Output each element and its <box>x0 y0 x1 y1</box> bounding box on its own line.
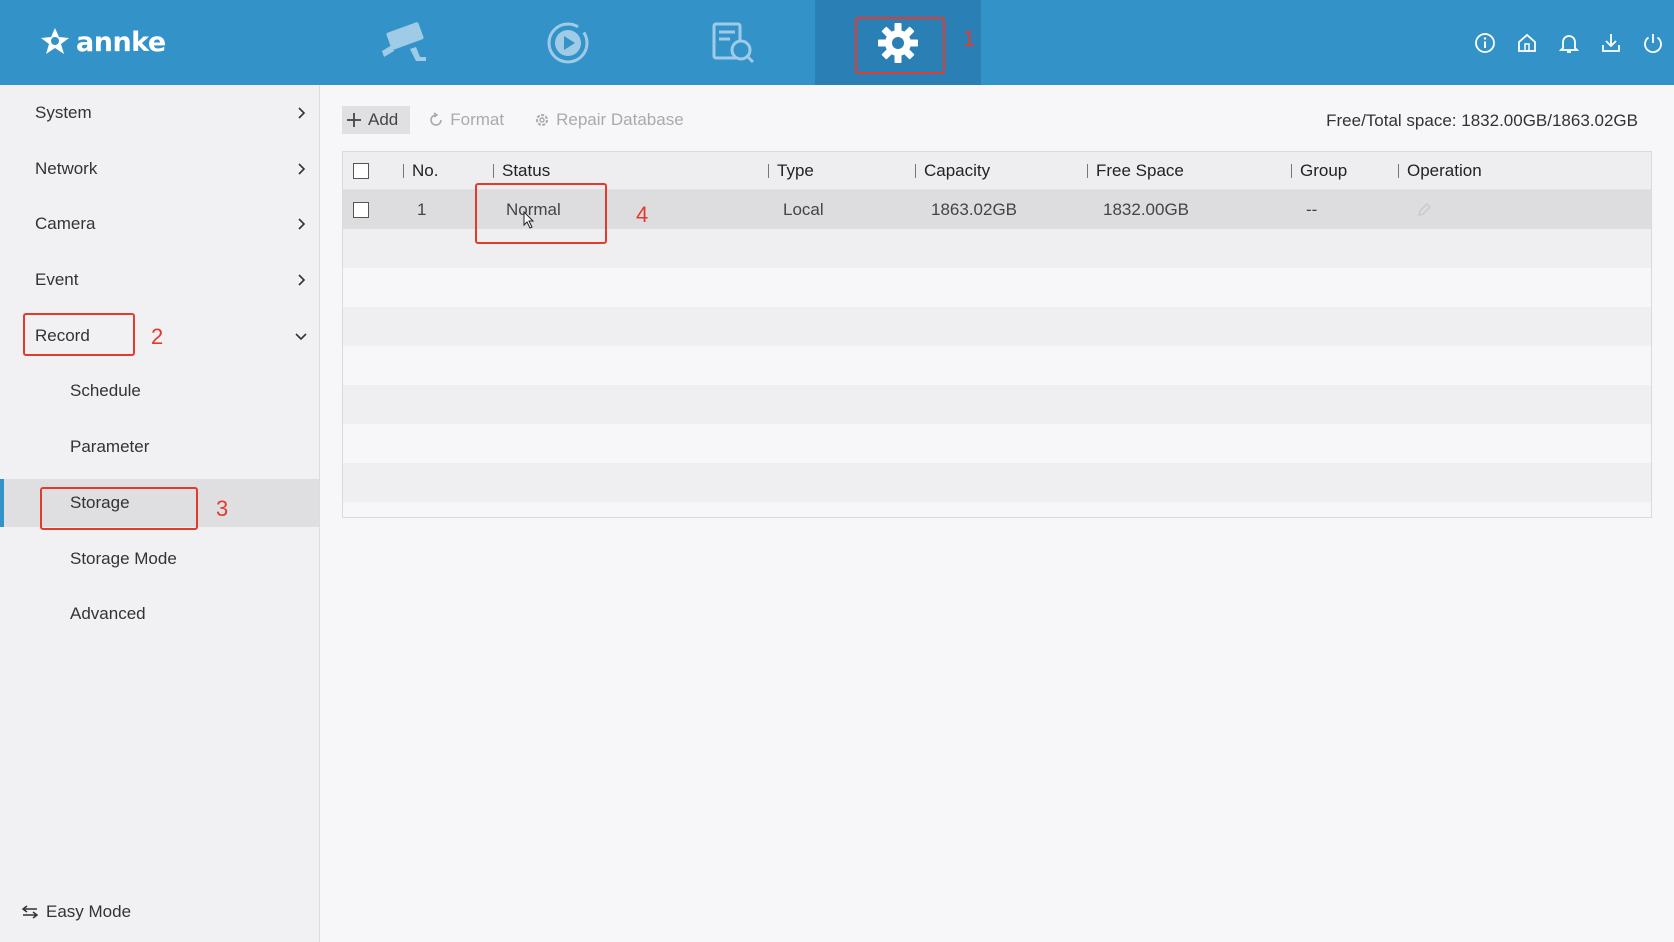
format-button[interactable]: Format <box>424 106 516 134</box>
header-type: Type <box>768 152 814 190</box>
notification-button[interactable] <box>1548 22 1590 64</box>
annotation-box-1 <box>855 17 945 74</box>
edit-button[interactable] <box>1416 190 1432 229</box>
format-label: Format <box>450 110 505 129</box>
swap-icon <box>22 905 38 919</box>
sidebar-item-label: Event <box>35 270 79 289</box>
repair-database-button[interactable]: Repair Database <box>530 106 696 134</box>
easy-mode-label: Easy Mode <box>46 902 132 921</box>
cell-group: -- <box>1306 199 1318 219</box>
playback-icon <box>547 22 589 63</box>
sidebar-item-advanced[interactable]: Advanced <box>0 590 319 638</box>
sidebar-item-system[interactable]: System <box>0 89 319 137</box>
free-total-space: Free/Total space: 1832.00GB/1863.02GB <box>1326 111 1638 130</box>
sidebar-item-label: Advanced <box>70 604 146 623</box>
search-doc-icon <box>712 22 755 63</box>
checkbox[interactable] <box>353 201 369 218</box>
cell-free-space: 1832.00GB <box>1103 199 1190 219</box>
bell-icon <box>1558 34 1580 53</box>
add-label: Add <box>368 110 399 129</box>
header-operation: Operation <box>1398 152 1482 190</box>
info-button[interactable] <box>1464 22 1506 64</box>
header-group: Group <box>1291 152 1347 190</box>
table-row-empty <box>343 424 1651 463</box>
annotation-box-3 <box>40 487 198 530</box>
top-navigation-bar: annke <box>0 0 1674 85</box>
annke-logo: annke <box>38 22 166 62</box>
annotation-number-3: 3 <box>216 496 229 521</box>
pencil-icon <box>1418 202 1431 216</box>
annotation-number-1: 1 <box>963 26 976 51</box>
sidebar-item-label: System <box>35 103 92 122</box>
table-row-empty <box>343 385 1651 424</box>
download-icon <box>1602 33 1620 52</box>
power-button[interactable] <box>1632 22 1674 64</box>
gear-small-icon <box>536 114 549 126</box>
header-free-space: Free Space <box>1087 152 1184 190</box>
annotation-number-4: 4 <box>636 202 649 227</box>
annotation-number-2: 2 <box>151 324 164 349</box>
header-no: No. <box>403 152 438 190</box>
tab-playback[interactable] <box>485 0 651 85</box>
plus-icon <box>347 113 361 127</box>
chevron-down-icon <box>291 326 311 346</box>
sidebar-item-camera[interactable]: Camera <box>0 200 319 248</box>
cell-capacity: 1863.02GB <box>931 199 1018 219</box>
download-button[interactable] <box>1590 22 1632 64</box>
table-row-empty <box>343 307 1651 346</box>
annotation-box-4 <box>475 183 607 244</box>
sidebar-item-label: Parameter <box>70 437 150 456</box>
tab-search[interactable] <box>650 0 816 85</box>
sidebar-item-network[interactable]: Network <box>0 145 319 193</box>
home-icon <box>1518 33 1536 52</box>
repair-database-label: Repair Database <box>556 110 684 129</box>
table-row-empty <box>343 268 1651 307</box>
row-checkbox-cell[interactable] <box>353 190 369 229</box>
annotation-box-2 <box>23 313 135 356</box>
storage-toolbar: Add Format Repair Database <box>342 106 710 134</box>
checkbox[interactable] <box>353 163 369 179</box>
tab-live-view[interactable] <box>320 0 486 85</box>
sidebar-item-label: Schedule <box>70 381 141 400</box>
chevron-right-icon <box>291 270 311 290</box>
select-all-checkbox[interactable] <box>353 152 369 190</box>
home-button[interactable] <box>1506 22 1548 64</box>
easy-mode-button[interactable]: Easy Mode <box>22 902 131 922</box>
cell-no: 1 <box>417 199 427 219</box>
cell-type: Local <box>783 199 824 219</box>
info-icon <box>1475 32 1495 53</box>
sidebar-item-label: Network <box>35 159 98 178</box>
sidebar-item-storage-mode[interactable]: Storage Mode <box>0 535 319 583</box>
power-icon <box>1644 33 1662 53</box>
chevron-right-icon <box>291 103 311 123</box>
chevron-right-icon <box>291 214 311 234</box>
sidebar-item-label: Storage Mode <box>70 549 177 568</box>
add-button[interactable]: Add <box>342 106 411 134</box>
camera-icon <box>382 21 426 61</box>
brand-name: annke <box>76 26 166 58</box>
table-row-empty <box>343 463 1651 502</box>
header-capacity: Capacity <box>915 152 990 190</box>
refresh-icon <box>430 112 443 126</box>
sidebar-item-event[interactable]: Event <box>0 256 319 304</box>
sidebar-item-schedule[interactable]: Schedule <box>0 367 319 415</box>
annke-logo-icon <box>41 28 69 54</box>
sidebar-item-parameter[interactable]: Parameter <box>0 423 319 471</box>
chevron-right-icon <box>291 159 311 179</box>
sidebar-item-label: Camera <box>35 214 96 233</box>
table-row-empty <box>343 346 1651 385</box>
header-actions <box>1464 0 1674 85</box>
